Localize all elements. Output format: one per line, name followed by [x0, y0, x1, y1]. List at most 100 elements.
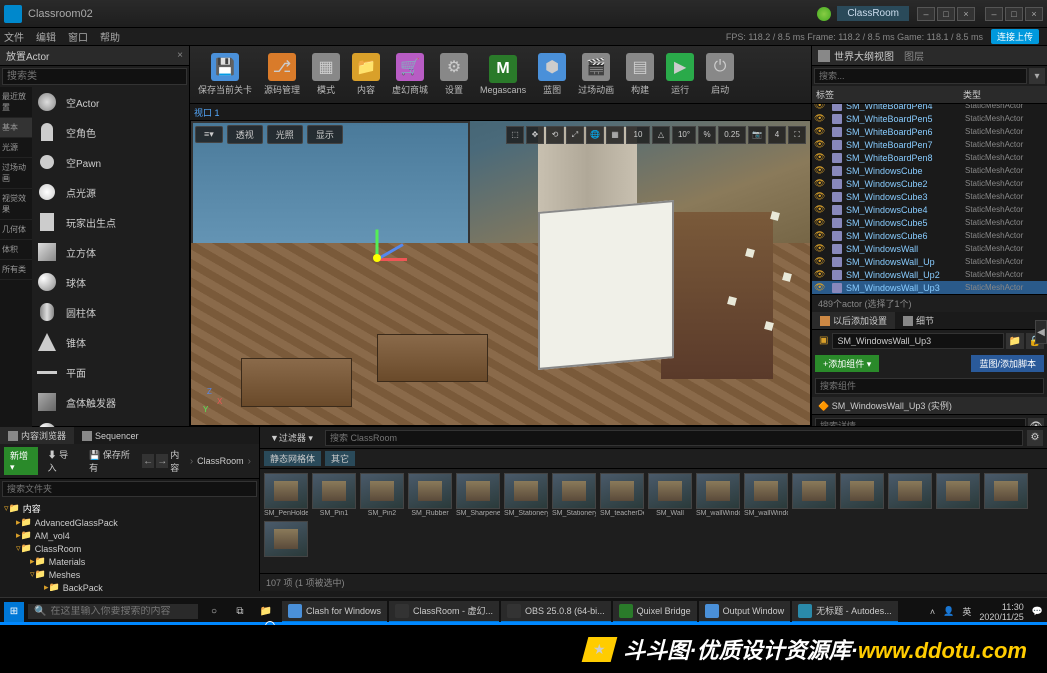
component-search-input[interactable]	[815, 378, 1044, 394]
blueprint-button[interactable]: 蓝图/添加脚本	[971, 355, 1044, 372]
taskbar-app[interactable]: Clash for Windows	[282, 601, 387, 623]
scale-snap-icon[interactable]: %	[698, 126, 716, 144]
folder-tree[interactable]: ▿📁内容 ▸📁AdvancedGlassPack▸📁AM_vol4▿📁Class…	[0, 499, 259, 591]
outliner-search-input[interactable]	[814, 68, 1027, 84]
toolbar-过场动画-button[interactable]: 🎬过场动画	[576, 51, 616, 98]
asset-item[interactable]: SM_Pin2	[360, 473, 404, 517]
visibility-icon[interactable]: 👁	[814, 165, 826, 176]
visibility-icon[interactable]: 👁	[814, 230, 826, 241]
asset-item[interactable]	[840, 473, 884, 517]
outliner-row[interactable]: 👁SM_WhiteBoardPen7StaticMeshActor	[812, 138, 1047, 151]
task-view-icon[interactable]: ⧉	[230, 602, 250, 622]
taskbar-app[interactable]: 无标题 - Autodes...	[792, 601, 898, 623]
visibility-icon[interactable]: 👁	[814, 104, 826, 111]
taskbar-app[interactable]: OBS 25.0.8 (64-bi...	[501, 601, 611, 623]
surface-snap-icon[interactable]: ▦	[606, 126, 624, 144]
place-item[interactable]: 立方体	[32, 237, 189, 267]
place-item[interactable]: 玩家出生点	[32, 207, 189, 237]
close-inner-button[interactable]: ×	[957, 7, 975, 21]
visibility-icon[interactable]: 👁	[814, 139, 826, 150]
place-category[interactable]: 体积	[0, 240, 32, 260]
details-tab-settings[interactable]: 以后添加设置	[812, 312, 895, 329]
close-button[interactable]: ×	[1025, 7, 1043, 21]
outliner-row[interactable]: 👁SM_WindowsCubeStaticMeshActor	[812, 164, 1047, 177]
outliner-row[interactable]: 👁SM_WhiteBoardPen4StaticMeshActor	[812, 104, 1047, 112]
toolbar-设置-button[interactable]: ⚙设置	[438, 51, 470, 98]
asset-item[interactable]	[264, 521, 308, 558]
details-eye-icon[interactable]: 👁	[1028, 418, 1044, 426]
visibility-icon[interactable]: 👁	[814, 217, 826, 228]
toolbar-内容-button[interactable]: 📁内容	[350, 51, 382, 98]
place-category[interactable]: 几何体	[0, 220, 32, 240]
taskbar-search-input[interactable]	[50, 606, 192, 617]
toolbar-Megascans-button[interactable]: MMegascans	[478, 53, 528, 97]
viewport-maximize-icon[interactable]: ⛶	[788, 126, 806, 144]
place-item[interactable]: 圆柱体	[32, 297, 189, 327]
menu-file[interactable]: 文件	[4, 29, 24, 44]
toolbar-保存当前关卡-button[interactable]: 💾保存当前关卡	[196, 51, 254, 98]
breadcrumb-folder[interactable]: ClassRoom	[197, 456, 244, 466]
explorer-icon[interactable]: 📁	[256, 602, 276, 622]
taskbar-app[interactable]: Output Window	[699, 601, 791, 623]
tree-node[interactable]: ▸📁AM_vol4	[2, 529, 257, 542]
minimize-inner-button[interactable]: –	[917, 7, 935, 21]
place-item[interactable]: 空Pawn	[32, 147, 189, 177]
details-search-input[interactable]	[815, 418, 1026, 426]
asset-item[interactable]: SM_Rubber	[408, 473, 452, 517]
outliner-filter-icon[interactable]: ▾	[1029, 68, 1045, 84]
visibility-icon[interactable]: 👁	[814, 256, 826, 267]
folder-search-input[interactable]	[2, 481, 257, 497]
side-flyout-icon[interactable]: ◀	[1035, 320, 1047, 344]
start-button[interactable]: ⊞	[4, 602, 24, 622]
visibility-icon[interactable]: 👁	[814, 282, 826, 293]
add-new-button[interactable]: 新增 ▾	[4, 447, 38, 475]
toolbar-构建-button[interactable]: ▤构建	[624, 51, 656, 98]
tray-ime-icon[interactable]: 英	[962, 605, 971, 618]
place-item[interactable]: 球体	[32, 267, 189, 297]
actor-browse-icon[interactable]: 📁	[1006, 333, 1024, 349]
toolbar-虚幻商城-button[interactable]: 🛒虚幻商城	[390, 51, 430, 98]
viewport-show-button[interactable]: 显示	[307, 125, 343, 144]
viewport-options-button[interactable]: ≡▾	[195, 126, 223, 143]
asset-item[interactable]: SM_Stationery15	[504, 473, 548, 517]
add-component-button[interactable]: +添加组件 ▾	[815, 355, 879, 372]
menu-edit[interactable]: 编辑	[36, 29, 56, 44]
outliner-row[interactable]: 👁SM_WhiteBoardPen5StaticMeshActor	[812, 112, 1047, 125]
tree-root[interactable]: ▿📁内容	[2, 501, 257, 516]
tray-people-icon[interactable]: 👤	[943, 606, 954, 617]
import-button[interactable]: ⬇ 导入	[42, 446, 80, 476]
scale-snap-value[interactable]: 0.25	[718, 126, 746, 144]
filter-button[interactable]: ▼过滤器 ▾	[264, 429, 319, 446]
asset-item[interactable]: SM_teacherDesk	[600, 473, 644, 517]
outliner-row[interactable]: 👁SM_WindowsWall_UpStaticMeshActor	[812, 255, 1047, 268]
asset-options-icon[interactable]: ⚙	[1027, 430, 1043, 446]
visibility-icon[interactable]: 👁	[814, 269, 826, 280]
asset-item[interactable]	[936, 473, 980, 517]
place-category[interactable]: 视觉效果	[0, 189, 32, 220]
place-search-input[interactable]	[2, 68, 187, 85]
menu-window[interactable]: 窗口	[68, 29, 88, 44]
viewport-tab[interactable]: 视口 1	[194, 106, 220, 119]
visibility-icon[interactable]: 👁	[814, 204, 826, 215]
nav-back-icon[interactable]: ←	[142, 454, 154, 468]
visibility-icon[interactable]: 👁	[814, 178, 826, 189]
place-item[interactable]: 空Actor	[32, 87, 189, 117]
content-browser-tab[interactable]: 内容浏览器	[0, 427, 74, 444]
notification-icon[interactable]: 💬	[1032, 606, 1043, 617]
transform-scale-icon[interactable]: ⤢	[566, 126, 584, 144]
world-outliner[interactable]: 👁SM_wallWindow3StaticMeshActor👁SM_wallWi…	[812, 104, 1047, 294]
project-tab[interactable]: ClassRoom	[837, 6, 909, 21]
tree-node[interactable]: ▸📁BackPack	[2, 581, 257, 591]
place-item[interactable]: 锥体	[32, 327, 189, 357]
visibility-icon[interactable]: 👁	[814, 243, 826, 254]
taskbar-app[interactable]: Quixel Bridge	[613, 601, 697, 623]
source-control-button[interactable]: 连接上传	[991, 29, 1039, 44]
toolbar-源码管理-button[interactable]: ⎇源码管理	[262, 51, 302, 98]
outliner-row[interactable]: 👁SM_WindowsWall_Up3StaticMeshActor	[812, 281, 1047, 294]
asset-item[interactable]	[792, 473, 836, 517]
place-category[interactable]: 过场动画	[0, 158, 32, 189]
outliner-row[interactable]: 👁SM_WindowsCube6StaticMeshActor	[812, 229, 1047, 242]
transform-gizmo-icon[interactable]	[377, 258, 417, 298]
asset-item[interactable]: SM_wallWindow5	[744, 473, 788, 517]
asset-item[interactable]	[984, 473, 1028, 517]
